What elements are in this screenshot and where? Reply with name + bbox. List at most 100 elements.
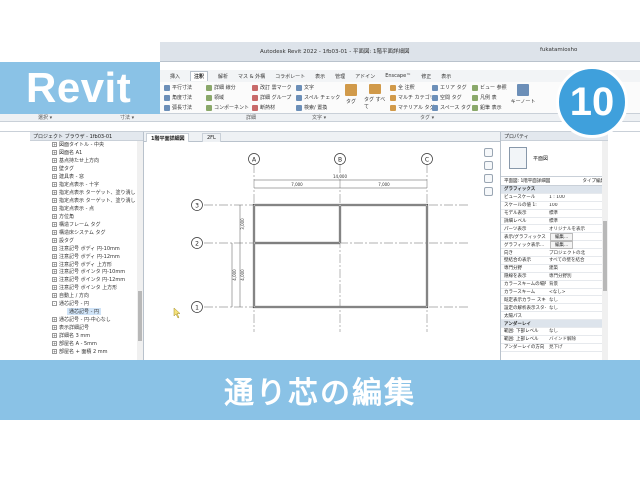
expand-toggle-icon[interactable]: + [52, 182, 57, 188]
expand-toggle-icon[interactable]: + [52, 340, 57, 346]
tree-item[interactable]: + 通芯記号 - 円-中心なし [30, 316, 143, 324]
ribbon-tab[interactable]: 解析 [218, 73, 228, 80]
expand-toggle-icon[interactable]: + [52, 158, 57, 164]
full-navigation-wheel-icon[interactable] [483, 161, 493, 170]
property-value[interactable]: 標準 [546, 210, 608, 216]
keynote-button[interactable]: キーノート [510, 84, 536, 110]
region-button[interactable]: 領域 [206, 94, 249, 101]
area-tag-button[interactable]: エリア タグ [432, 84, 471, 91]
property-value[interactable]: 背景 [546, 281, 608, 287]
tree-item[interactable]: + 注意記号 ボディ 円-12mm [30, 252, 143, 260]
tree-item[interactable]: + 指定点表示 - 十字 [30, 181, 143, 189]
expand-toggle-icon[interactable]: + [52, 325, 57, 331]
tree-item[interactable]: + 図面名 A1 [30, 149, 143, 157]
instance-filter-dropdown[interactable]: 平面図: 1階平面詳細図 [504, 178, 550, 184]
expand-toggle-icon[interactable]: + [52, 221, 57, 227]
scroll-thumb[interactable] [138, 291, 142, 341]
material-tag-button[interactable]: マテリアル タグ [390, 104, 435, 111]
tree-item[interactable]: + 指定点表示 - 点 [30, 205, 143, 213]
tree-item[interactable]: + 詳細名 3 mm [30, 332, 143, 340]
find-replace-button[interactable]: 検索/ 置換 [296, 104, 340, 111]
property-value[interactable]: <なし> [546, 289, 608, 295]
expand-toggle-icon[interactable]: + [52, 317, 57, 323]
property-value[interactable]: 建築 [546, 265, 608, 271]
tag-by-category-button[interactable]: タグ [340, 84, 362, 110]
tree-item[interactable]: + 建具表 - 窓 [30, 173, 143, 181]
tree-item[interactable]: + 部屋名 A - 5mm [30, 339, 143, 347]
view-reference-button[interactable]: ビュー 参照 [472, 84, 507, 91]
tree-item[interactable]: + 注意記号 ボインタ 円-10mm [30, 268, 143, 276]
expand-toggle-icon[interactable]: + [52, 293, 57, 299]
property-value[interactable]: 1 : 100 [546, 195, 608, 200]
expand-toggle-icon[interactable]: + [52, 253, 57, 259]
ribbon-tab[interactable]: 表示 [315, 73, 325, 80]
ribbon-tab[interactable]: 管理 [335, 73, 345, 80]
view-cube-icon[interactable] [483, 148, 493, 157]
tag-all-button[interactable]: タグ すべて [364, 84, 386, 110]
property-value[interactable]: なし [546, 297, 608, 303]
tree-item[interactable]: + 方位角 [30, 212, 143, 220]
expand-toggle-icon[interactable]: + [52, 277, 57, 283]
tree-item[interactable]: + 注意記号 ボインタ 円-12mm [30, 276, 143, 284]
properties-scrollbar[interactable] [602, 141, 608, 360]
legend-button[interactable]: 凡例 表 [472, 94, 507, 101]
beam-annotation-button[interactable]: 全 注釈 [390, 84, 435, 91]
expand-toggle-icon[interactable]: + [52, 142, 57, 148]
ribbon-tab[interactable]: アドイン [355, 73, 375, 80]
expand-toggle-icon[interactable]: + [52, 229, 57, 235]
tab-2fl[interactable]: 2FL [202, 133, 221, 142]
property-value[interactable]: 標準 [546, 218, 608, 224]
expand-toggle-icon[interactable]: + [52, 269, 57, 275]
insulation-button[interactable]: 断熱材 [252, 104, 292, 111]
property-value[interactable]: 100 [546, 203, 608, 208]
tree-item[interactable]: + 指定点表示 ターゲット、塗り潰し [30, 189, 143, 197]
tree-item[interactable]: + 注意記号 ボディ 円-10mm [30, 244, 143, 252]
property-value[interactable]: 専門分野別 [546, 273, 608, 279]
tree-item[interactable]: + 自動上 / 方向 [30, 292, 143, 300]
tree-item[interactable]: + 構造床システム タグ [30, 228, 143, 236]
property-value[interactable]: 見下げ [546, 344, 608, 350]
property-edit-button[interactable]: 編集... [550, 232, 574, 241]
user-name[interactable]: fukatamiosho [540, 47, 577, 53]
detail-group-button[interactable]: 詳細 グループ [252, 94, 292, 101]
room-tag-button[interactable]: 空間 タグ [432, 94, 471, 101]
zoom-icon[interactable] [483, 174, 493, 183]
tab-1f-detail-plan[interactable]: 1階平面詳細図 [146, 133, 190, 142]
expand-toggle-icon[interactable]: + [52, 332, 57, 338]
property-value[interactable]: すべての壁を結合 [546, 257, 608, 263]
ribbon-tab[interactable]: 表示 [441, 73, 451, 80]
space-tag-button[interactable]: スペース タグ [432, 104, 471, 111]
tree-item[interactable]: 通芯記号 - 円 [30, 308, 143, 316]
spell-check-button[interactable]: スペル チェック [296, 94, 340, 101]
property-edit-button[interactable]: 編集... [550, 240, 574, 249]
expand-toggle-icon[interactable]: + [52, 237, 57, 243]
expand-toggle-icon[interactable]: + [52, 348, 57, 354]
project-browser-scrollbar[interactable] [137, 141, 143, 360]
property-value[interactable]: バインド解除 [546, 336, 608, 342]
panel-label-dimension[interactable]: 寸法 ▾ [120, 114, 134, 121]
text-button[interactable]: 文字 [296, 84, 340, 91]
property-value[interactable]: なし [546, 328, 608, 334]
tree-item[interactable]: + 注意記号 ボディ 上方形 [30, 260, 143, 268]
panel-label-select[interactable]: 選択 ▾ [38, 114, 52, 121]
ribbon-tab[interactable]: 注釈 [190, 71, 209, 81]
expand-toggle-icon[interactable]: + [52, 205, 57, 211]
expand-toggle-icon[interactable]: + [52, 285, 57, 291]
expand-toggle-icon[interactable]: + [52, 174, 57, 180]
scroll-thumb[interactable] [603, 221, 607, 291]
tree-item[interactable]: + 基点持たせ上方向 [30, 157, 143, 165]
property-value[interactable]: なし [546, 305, 608, 311]
angular-dimension-button[interactable]: 角度寸法 [164, 94, 192, 101]
drawing-canvas[interactable]: A B C 3 2 1 14,000 7,000 7,000 3,000 4,0… [144, 142, 500, 360]
tree-item[interactable]: + 表示詳細記号 [30, 324, 143, 332]
property-group-header[interactable]: アンダーレイ [501, 320, 608, 329]
tree-item[interactable]: - 通芯記号 - 円 [30, 300, 143, 308]
multi-category-button[interactable]: マルチ カテゴリ [390, 94, 435, 101]
arc-dimension-button[interactable]: 弧長寸法 [164, 104, 192, 111]
property-group-header[interactable]: グラフィックス [501, 186, 608, 194]
property-value[interactable]: オリジナルを表示 [546, 226, 608, 232]
property-value[interactable]: プロジェクトの北 [546, 250, 608, 256]
detail-line-button[interactable]: 詳細 線分 [206, 84, 249, 91]
panel-label-tag[interactable]: タグ ▾ [420, 114, 434, 121]
expand-toggle-icon[interactable]: + [52, 213, 57, 219]
